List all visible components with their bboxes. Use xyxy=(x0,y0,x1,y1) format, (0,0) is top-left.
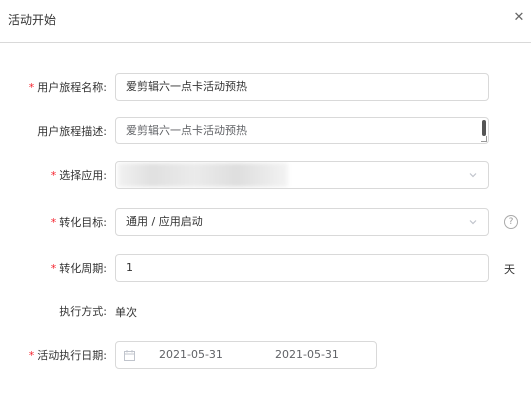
chevron-down-icon xyxy=(469,173,477,178)
textarea-scrollbar[interactable] xyxy=(482,120,486,136)
start-date[interactable]: 2021-05-31 xyxy=(159,348,223,361)
execution-date-label: * 活动执行日期: xyxy=(28,349,107,362)
journey-desc-textarea[interactable]: 爱剪辑六一点卡活动预热 xyxy=(115,117,489,144)
required-mark: * xyxy=(28,349,35,362)
conversion-goal-select[interactable]: 通用 / 应用启动 xyxy=(115,208,489,236)
help-icon[interactable]: ? xyxy=(504,215,518,229)
close-icon[interactable]: ✕ xyxy=(511,10,527,26)
required-mark: * xyxy=(50,216,57,229)
execution-mode-value: 单次 xyxy=(115,306,137,319)
required-mark: * xyxy=(28,81,35,94)
form-row-journey-desc: 用户旅程描述: 爱剪辑六一点卡活动预热 xyxy=(0,117,531,144)
dialog-header: 活动开始 ✕ xyxy=(0,0,531,43)
form-row-journey-name: * 用户旅程名称: 爱剪辑六一点卡活动预热 xyxy=(0,73,531,101)
conversion-goal-label: * 转化目标: xyxy=(50,216,107,229)
required-mark: * xyxy=(50,262,57,275)
calendar-icon xyxy=(124,350,135,361)
app-select-label: * 选择应用: xyxy=(50,169,107,182)
period-unit: 天 xyxy=(504,263,515,276)
resize-handle[interactable] xyxy=(481,136,487,142)
app-select-dropdown[interactable] xyxy=(115,161,489,189)
conversion-period-label: * 转化周期: xyxy=(50,262,107,275)
form-row-execution-date: * 活动执行日期: 2021-05-31 2021-05-31 xyxy=(0,341,531,369)
form-row-app-select: * 选择应用: xyxy=(0,161,531,189)
chevron-down-icon xyxy=(469,220,477,225)
end-date[interactable]: 2021-05-31 xyxy=(275,348,339,361)
date-range-picker[interactable]: 2021-05-31 2021-05-31 xyxy=(115,341,377,369)
conversion-period-input[interactable]: 1 xyxy=(115,254,489,282)
journey-name-label: * 用户旅程名称: xyxy=(28,81,107,94)
form-row-execution-mode: 执行方式: 单次 xyxy=(0,297,531,325)
form-row-conversion-period: * 转化周期: 1 天 xyxy=(0,254,531,282)
journey-desc-label: 用户旅程描述: xyxy=(37,124,107,138)
required-mark: * xyxy=(50,169,57,182)
journey-name-input[interactable]: 爱剪辑六一点卡活动预热 xyxy=(115,73,489,101)
execution-mode-label: 执行方式: xyxy=(59,305,107,318)
redacted-app-name xyxy=(118,163,288,187)
dialog-title: 活动开始 xyxy=(8,13,57,27)
form-row-conversion-goal: * 转化目标: 通用 / 应用启动 ? xyxy=(0,208,531,236)
